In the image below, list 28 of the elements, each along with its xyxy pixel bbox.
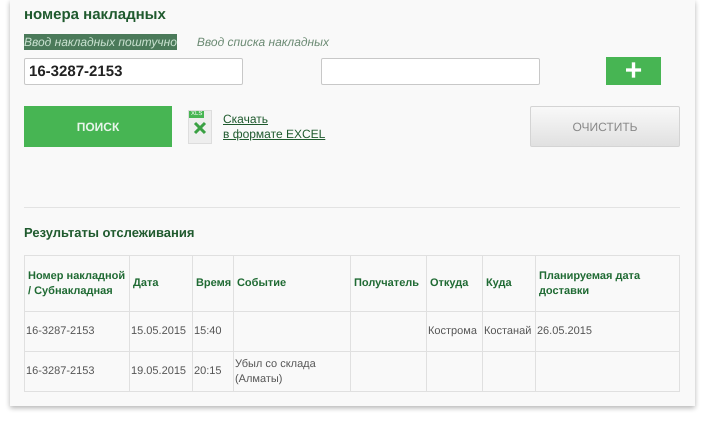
search-button[interactable]: ПОИСК [24,106,172,147]
section-heading: номера накладных [24,5,167,25]
column-header: Дата [130,256,192,312]
table-cell: Убыл со склада (Алматы) [233,352,350,392]
column-header: Куда [482,256,536,312]
column-header: Откуда [426,256,482,312]
table-cell: 16-3287-2153 [24,352,130,392]
input-field[interactable] [321,58,540,84]
table-cell: 15.05.2015 [130,312,192,352]
download-link[interactable]: Скачать в формате EXCEL [223,112,326,142]
table-cell: 16-3287-2153 [24,312,130,352]
table-cell: Костанай [482,312,536,352]
tab[interactable]: Ввод списка накладных [196,34,329,50]
column-header: Номер накладной / Субнакладная [24,256,130,312]
column-header: Получатель [350,256,426,312]
table-cell: 20:15 [192,352,234,392]
results-heading: Результаты отслеживания [24,225,196,241]
tab[interactable]: Ввод накладных поштучно [24,34,177,50]
clear-button[interactable]: ОЧИСТИТЬ [530,106,680,147]
input-field[interactable]: 16-3287-2153 [24,58,243,84]
column-header: Время [192,256,234,312]
table-cell: Кострома [426,312,482,352]
column-header: Событие [233,256,350,312]
table-cell: 19.05.2015 [130,352,192,392]
column-header: Планируемая дата доставки [535,256,680,312]
table-cell: 26.05.2015 [535,312,680,352]
add-button[interactable]: + [606,57,661,85]
table-cell: 15:40 [192,312,234,352]
